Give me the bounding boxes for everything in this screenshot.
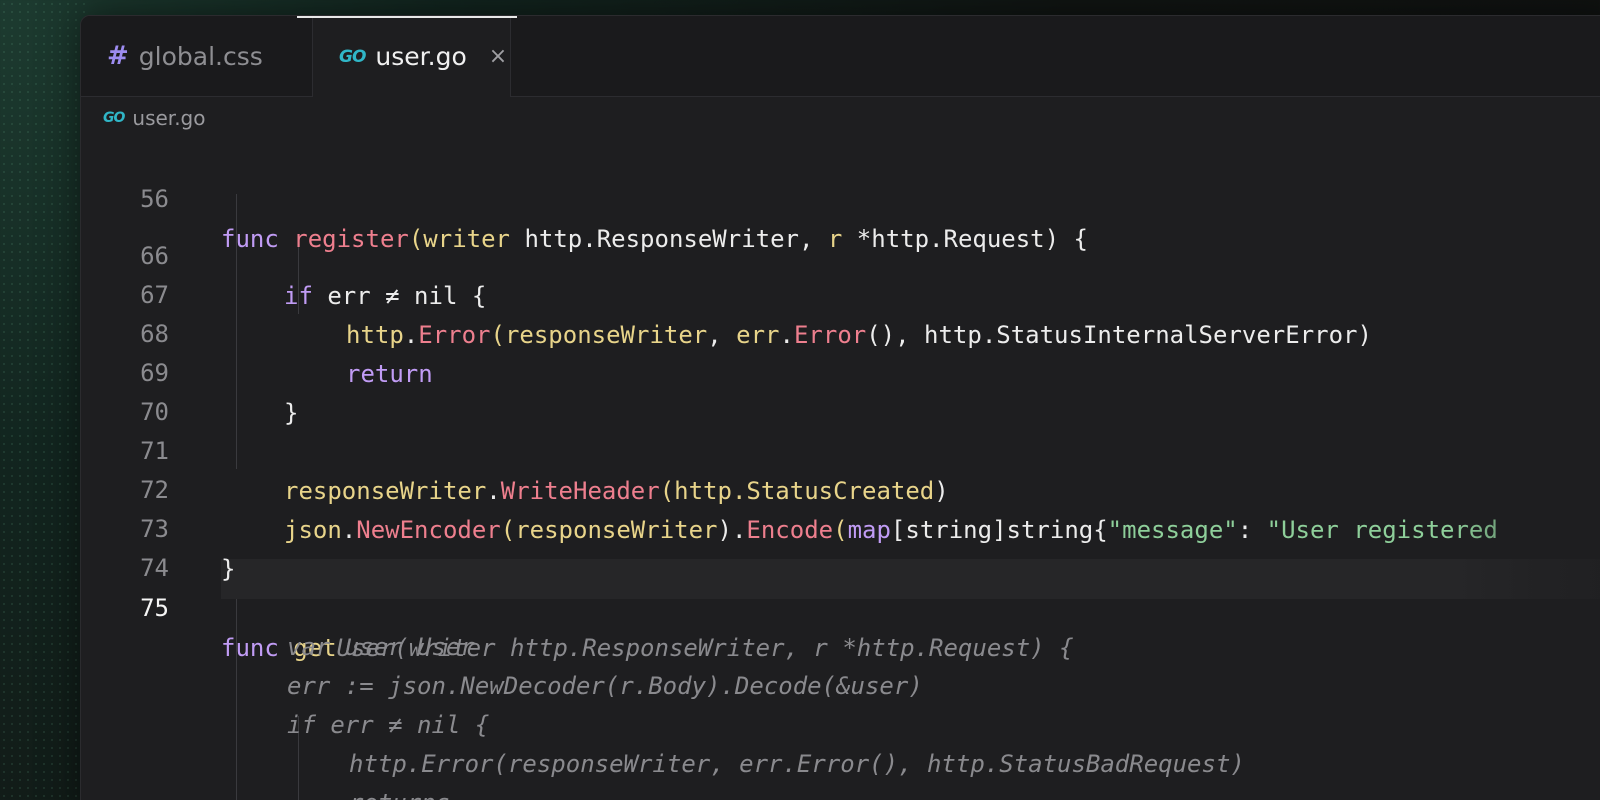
code-line[interactable]: 70: [81, 352, 1600, 426]
css-hash-icon: #: [107, 41, 129, 71]
breadcrumb-file[interactable]: user.go: [132, 106, 205, 130]
tab-label: user.go: [375, 42, 467, 71]
code-line-current[interactable]: 75 func getUser(writer http.ResponseWrit…: [81, 548, 1600, 662]
code-line[interactable]: 74: [81, 508, 1600, 582]
code-line[interactable]: 66 if err ≠ nil {: [81, 196, 1600, 310]
ghost-line: http.Error(responseWriter, err.Error(), …: [81, 704, 1600, 778]
close-icon[interactable]: ×: [489, 44, 507, 69]
editor-window: # global.css GO user.go × GO user.go 56 …: [80, 15, 1600, 800]
ghost-suggestion: returns: [349, 783, 450, 800]
go-icon: GO: [339, 46, 366, 67]
code-line[interactable]: 67 http.Error(responseWriter, err.Error(…: [81, 235, 1600, 349]
code-line[interactable]: 73 }: [81, 469, 1600, 583]
tab-label: global.css: [138, 41, 263, 71]
code-line[interactable]: 69 }: [81, 313, 1600, 427]
tab-global-css[interactable]: # global.css: [81, 16, 313, 96]
ghost-line: if err ≠ nil {: [81, 665, 1600, 739]
ghost-line: returns: [81, 743, 1600, 800]
tab-user-go[interactable]: GO user.go ×: [313, 16, 511, 97]
ghost-line: var user User: [81, 587, 1600, 661]
ghost-line: err := json.NewDecoder(r.Body).Decode(&u…: [81, 626, 1600, 700]
go-icon: GO: [103, 110, 125, 126]
active-tab-indicator: [297, 16, 517, 18]
code-line[interactable]: 72 json.NewEncoder(responseWriter).Encod…: [81, 430, 1600, 544]
breadcrumb[interactable]: GO user.go: [103, 102, 205, 134]
code-line[interactable]: 56 func register(writer http.ResponseWri…: [81, 139, 1600, 253]
background-dot-pattern: [0, 0, 90, 800]
code-line[interactable]: 71 responseWriter.WriteHeader(http.Statu…: [81, 391, 1600, 505]
code-line[interactable]: 68 return: [81, 274, 1600, 388]
tab-bar: # global.css GO user.go ×: [81, 16, 1600, 97]
